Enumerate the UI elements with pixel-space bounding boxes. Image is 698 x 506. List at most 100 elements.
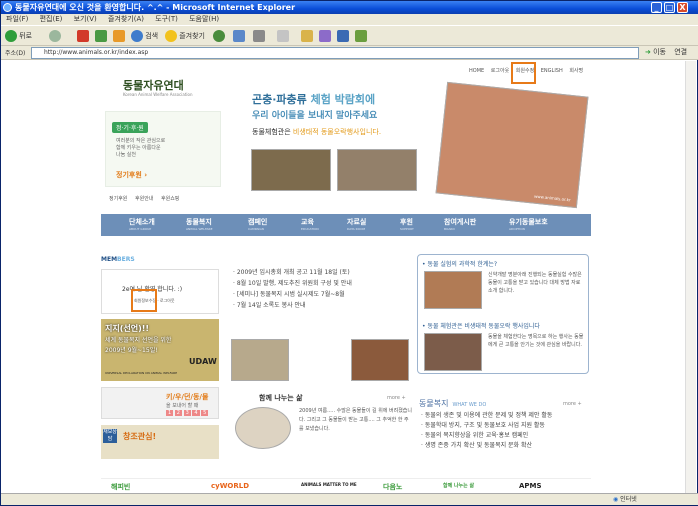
- home-button[interactable]: [113, 30, 125, 43]
- go-arrow-icon: ➜: [645, 48, 651, 56]
- forward-arrow-icon: [49, 30, 61, 42]
- nav-welfare[interactable]: 동물복지: [186, 217, 212, 227]
- news-list: · 2009년 임시총회 개최 공고 11월 18일 (토) · 8월 10일 …: [233, 267, 352, 311]
- photo-dog[interactable]: [231, 339, 289, 381]
- photo-child-with-animal[interactable]: www.animals.or.kr: [435, 81, 589, 209]
- news-item[interactable]: · [세미나] 동물복지 시범 실시제도 7월~8월: [233, 289, 352, 300]
- nav-about[interactable]: 단체소개: [129, 217, 155, 227]
- promo-link[interactable]: 정기후원 ›: [116, 170, 147, 180]
- stop-button[interactable]: [77, 30, 89, 43]
- udaw-banner[interactable]: 지지(선언)!! 세계 동물복지 선언을 위한 2009년 9월~15일! UD…: [101, 319, 219, 381]
- photo-animal-1[interactable]: [251, 149, 331, 191]
- highlight-box-member: [131, 289, 157, 312]
- feature-title-1[interactable]: • 동물 실험의 과학적 한계는?: [422, 259, 497, 268]
- story-more-link[interactable]: more +: [387, 395, 406, 401]
- feature-photo-2[interactable]: [424, 333, 482, 371]
- partner-apms[interactable]: APMS: [519, 482, 542, 490]
- status-bar: ◉ 인터넷: [1, 493, 698, 505]
- folder-icon: [301, 30, 313, 42]
- news-item[interactable]: · 2009년 임시총회 개최 공고 11월 18일 (토): [233, 267, 352, 278]
- site-page: 동물자유연대 Korean Animal Welfare Association…: [101, 61, 591, 495]
- internet-zone: ◉ 인터넷: [613, 496, 637, 503]
- promo-text: 여러분의 작은 관심으로 함께 키우는 아름다운 나눔 실천: [116, 138, 166, 158]
- menu-help[interactable]: 도움말(H): [189, 15, 219, 23]
- main-nav: 단체소개 ABOUT GROUP 동물복지 ANIMAL WELFARE 캠페인…: [101, 214, 591, 236]
- feature-box: • 동물 실험의 과학적 한계는? 신약개발 명분아래 진행되는 동물실험 수많…: [417, 254, 589, 374]
- home-icon: [113, 30, 125, 42]
- go-button[interactable]: ➜ 이동 연결: [645, 47, 687, 57]
- site-logo[interactable]: 동물자유연대: [123, 77, 184, 93]
- nav-data[interactable]: 자료실: [347, 217, 366, 227]
- kibo-banner[interactable]: 키/우/던/동/물 을 보내어 할 때 1 2 3 4 5: [101, 387, 219, 419]
- subtab-guide[interactable]: 후원안내: [135, 196, 153, 202]
- nav-support[interactable]: 후원: [400, 217, 413, 227]
- welfare-item[interactable]: · 동물학대 방지, 구조 및 동물보호 사업 지원 활동: [421, 421, 552, 431]
- welfare-more-link[interactable]: more +: [563, 401, 582, 407]
- promo-regular-support[interactable]: 정·기·후·원 여러분의 작은 관심으로 함께 키우는 아름다운 나눔 실천 정…: [105, 111, 221, 187]
- feature-title-2[interactable]: • 동물 체험관은 비생태적 동물오락 행사입니다: [422, 321, 540, 330]
- edit-button[interactable]: [277, 30, 289, 43]
- support-subtabs: 정기후원 후원안내 후원쇼핑: [109, 195, 185, 202]
- top-link-english[interactable]: ENGLISH: [541, 68, 563, 74]
- partner-sharing-life[interactable]: 함께 나누는 삶: [443, 482, 474, 489]
- print-icon: [253, 30, 265, 42]
- discuss-button[interactable]: [301, 30, 313, 43]
- story-photo[interactable]: [235, 407, 291, 449]
- news-item[interactable]: · 7월 14일 소록도 봉사 안내: [233, 300, 352, 311]
- top-link-home[interactable]: HOME: [469, 68, 484, 74]
- photo-animal-2[interactable]: [337, 149, 417, 191]
- print-button[interactable]: [253, 30, 265, 43]
- members-title: MEMBERS: [101, 256, 135, 263]
- vertical-scrollbar[interactable]: [685, 61, 696, 495]
- welfare-title: 동물복지 WHAT WE DO: [419, 399, 487, 408]
- menu-tools[interactable]: 도구(T): [155, 15, 178, 23]
- nav-education[interactable]: 교육: [301, 217, 314, 227]
- partner-happybean[interactable]: 해피빈: [111, 482, 130, 492]
- address-bar: 주소(D) http://www.animals.or.kr/index.asp…: [1, 46, 698, 60]
- address-input[interactable]: http://www.animals.or.kr/index.asp: [31, 47, 639, 59]
- refresh-button[interactable]: [95, 30, 107, 43]
- news-item[interactable]: · 8월 10일 발행, 제도추진 위원회 구성 및 안내: [233, 278, 352, 289]
- favorites-button[interactable]: 즐겨찾기: [165, 30, 205, 43]
- partner-daum[interactable]: 다음노: [383, 482, 402, 492]
- minimize-button[interactable]: _: [651, 2, 662, 13]
- close-button[interactable]: X: [677, 2, 688, 13]
- feature-photo-1[interactable]: [424, 271, 482, 309]
- headline-2: 우리 아이들을 보내지 말아주세요: [252, 111, 378, 121]
- tools-button[interactable]: [355, 30, 367, 43]
- kibo-page-numbers: 1 2 3 4 5: [166, 410, 209, 416]
- welfare-item[interactable]: · 생명 존중 가치 확산 및 동물복지 문화 확산: [421, 441, 552, 451]
- links-label[interactable]: 연결: [674, 48, 687, 56]
- menu-edit[interactable]: 편집(E): [40, 15, 63, 23]
- messenger-button[interactable]: [319, 30, 331, 43]
- back-arrow-icon: [5, 30, 17, 42]
- nav-campaign[interactable]: 캠페인: [248, 217, 267, 227]
- member-box: 2e여 님 환영 합니다. :) 회원정보수정 · 로그아웃: [101, 269, 219, 314]
- menu-view[interactable]: 보기(V): [74, 15, 97, 23]
- partner-cyworld[interactable]: cyWORLD: [211, 482, 249, 490]
- headline-1: 곤충·파충류 체험 박람회에: [252, 93, 376, 106]
- charity-banner[interactable]: 재보상담 창조관심!: [101, 425, 219, 459]
- welfare-item[interactable]: · 동물의 생존 및 이용에 관한 문제 및 정책 제안 활동: [421, 411, 552, 421]
- search-button[interactable]: 검색: [131, 30, 158, 43]
- subtab-shop[interactable]: 후원쇼핑: [161, 196, 179, 202]
- history-button[interactable]: [213, 30, 225, 43]
- maximize-button[interactable]: □: [664, 2, 675, 13]
- top-link-logout[interactable]: 로그아웃: [491, 68, 509, 74]
- nav-board[interactable]: 참여게시판: [444, 217, 476, 227]
- subtab-regular[interactable]: 정기후원: [109, 196, 127, 202]
- site-logo-subtitle: Korean Animal Welfare Association: [123, 92, 193, 97]
- menu-file[interactable]: 파일(F): [6, 15, 28, 23]
- top-link-company[interactable]: 회사명: [569, 68, 583, 74]
- back-button[interactable]: 뒤로: [5, 30, 32, 43]
- edit-icon: [277, 30, 289, 42]
- research-button[interactable]: [337, 30, 349, 43]
- welfare-item[interactable]: · 동물의 복지향상을 위한 교육·홍보 캠페인: [421, 431, 552, 441]
- nav-adoption[interactable]: 유기동물보호: [509, 217, 548, 227]
- partner-animals-matter[interactable]: ANIMALS MATTER TO ME: [301, 482, 357, 487]
- refresh-icon: [95, 30, 107, 42]
- forward-button[interactable]: [49, 30, 61, 43]
- menu-favorites[interactable]: 즐겨찾기(A): [108, 15, 144, 23]
- photo-event[interactable]: [351, 339, 409, 381]
- mail-button[interactable]: [233, 30, 245, 43]
